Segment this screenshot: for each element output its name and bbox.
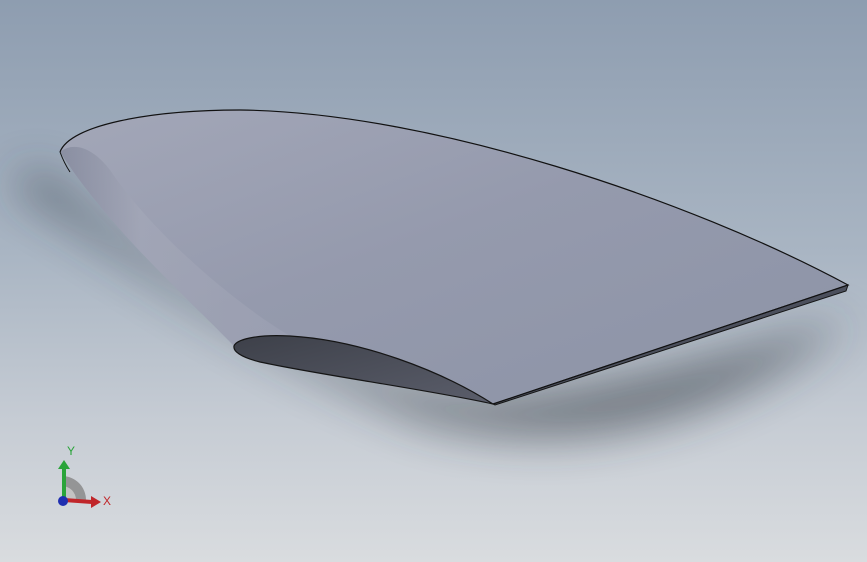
x-axis-label: X [103, 494, 111, 508]
reference-triad[interactable]: Y X [48, 438, 120, 514]
graphics-viewport[interactable]: Y X [0, 0, 867, 562]
y-axis-label: Y [67, 444, 75, 458]
wing-model[interactable] [0, 0, 867, 562]
z-axis-dot [58, 496, 68, 506]
